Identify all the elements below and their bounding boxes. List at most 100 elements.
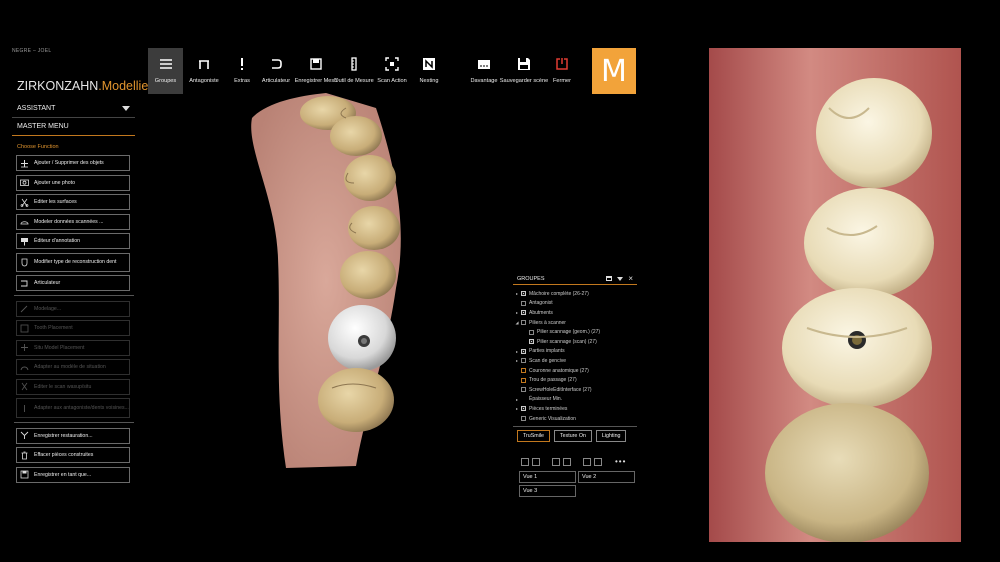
nesting-button[interactable]: Nesting <box>414 48 444 94</box>
checkbox[interactable] <box>521 310 526 316</box>
situ-model-placement-button[interactable]: Situ Model Placement <box>16 339 130 356</box>
antagonist-button[interactable]: Antagoniste <box>185 48 223 94</box>
modify-reconstruction-type-button[interactable]: Modifier type de reconstruction dent <box>16 252 130 272</box>
photo-tooth-3 <box>765 403 929 542</box>
move-icon <box>20 343 29 352</box>
articulator-button[interactable]: Articulateur <box>16 275 130 291</box>
checkbox[interactable] <box>529 339 534 345</box>
groups-panel: GROUPES × ▸ Mâchoire complète (26-27) Ant… <box>513 273 637 498</box>
antagonist-icon <box>196 56 212 72</box>
tooth-5 <box>340 251 396 299</box>
lighting-button[interactable]: Lighting <box>595 430 627 443</box>
3d-jaw-model-viewport[interactable] <box>236 88 416 473</box>
edit-surfaces-button[interactable]: Editer les surfaces <box>16 194 130 210</box>
fn-label: Éditeur d'annotation <box>34 238 80 244</box>
checkbox[interactable] <box>521 348 526 354</box>
fn-label: Tooth Placement <box>34 325 73 331</box>
floppy-icon <box>516 56 532 72</box>
tree-item[interactable]: ▸ Abutments <box>513 308 637 318</box>
assistant-label: ASSISTANT <box>17 105 56 112</box>
tree-item[interactable]: ▸ Scan de gencive <box>513 356 637 366</box>
checkbox[interactable] <box>521 416 526 422</box>
tree-item[interactable]: Generic Visualization <box>513 414 637 424</box>
checkbox[interactable] <box>521 358 526 364</box>
annotation-editor-button[interactable]: Éditeur d'annotation <box>16 233 130 249</box>
fn-label: Modifier type de reconstruction dent <box>34 259 117 265</box>
view-1-button[interactable]: Vue 1 <box>519 471 576 484</box>
brush-icon <box>20 304 29 313</box>
toolbar-label: Davantage <box>470 78 498 84</box>
tree-item[interactable]: ▸ Mâchoire complète (26-27) <box>513 289 637 299</box>
tree-item[interactable]: Antagonist <box>513 299 637 309</box>
modeling-button[interactable]: Modelage... <box>16 300 130 317</box>
tree-item[interactable]: ◢ Piliers à scanner <box>513 318 637 328</box>
layout-triple-icon[interactable] <box>563 457 571 466</box>
save-as-button[interactable]: Enregistrer en tant que... <box>16 466 130 483</box>
tree-item[interactable]: Couronne anatomique (27) <box>513 366 637 376</box>
mesh-save-icon <box>308 56 324 72</box>
model-scan-data-button[interactable]: Modeler données scannées ... <box>16 213 130 230</box>
toolbar-label: Extras <box>234 78 250 84</box>
render-options: TruSmile Texture On Lighting <box>517 430 637 443</box>
tree-item[interactable]: ▸ Épaisseur Min. <box>513 395 637 405</box>
adapt-to-situation-model-button[interactable]: Adapter au modèle de situation <box>16 359 130 375</box>
fn-label: Effacer pièces construites <box>34 452 94 458</box>
add-photo-button[interactable]: Ajouter une photo <box>16 174 130 191</box>
tree-item[interactable]: ▸ Parties implants <box>513 347 637 357</box>
fn-label: Enregistrer en tant que... <box>34 471 92 478</box>
checkbox[interactable] <box>521 377 526 383</box>
delete-constructed-parts-button[interactable]: Effacer pièces construites <box>16 447 130 463</box>
texture-on-button[interactable]: Texture On <box>554 430 592 443</box>
brand-name: ZIRKONZAHN <box>17 79 99 93</box>
tree-item[interactable]: ScrewHoleEditInterface (27) <box>513 385 637 395</box>
trusmile-button[interactable]: TruSmile <box>517 430 550 443</box>
function-sidebar: ASSISTANT MASTER MENU Choose Function Aj… <box>12 100 135 486</box>
grid-icon <box>20 324 29 333</box>
master-menu[interactable]: MASTER MENU <box>12 118 135 136</box>
exclamation-icon <box>234 56 250 72</box>
checkbox[interactable] <box>521 291 526 297</box>
view-2-button[interactable]: Vue 2 <box>578 471 635 484</box>
view-3-button[interactable]: Vue 3 <box>519 485 576 498</box>
more-options-icon[interactable]: ••• <box>615 457 626 466</box>
pin-icon <box>20 237 29 246</box>
layout-stack-icon[interactable] <box>594 457 602 466</box>
close-icon <box>554 56 570 72</box>
tree-item[interactable]: Trou de passage (27) <box>513 375 637 385</box>
intraoral-photo <box>709 48 961 542</box>
edit-waxup-scan-button[interactable]: Editer le scan wasup/situ <box>16 378 130 395</box>
divider <box>14 294 134 296</box>
layout-split-icon[interactable] <box>532 457 540 466</box>
toolbar-label: Sauvegarder scène <box>499 78 549 84</box>
layout-quad-icon[interactable] <box>552 457 560 466</box>
checkbox[interactable] <box>521 368 526 374</box>
groups-button[interactable]: Groupes <box>148 48 183 94</box>
checkbox[interactable] <box>521 387 526 393</box>
tree-item[interactable]: Pilier scannage (scan) (27) <box>513 337 637 347</box>
checkbox[interactable] <box>521 300 526 306</box>
checkbox[interactable] <box>521 406 526 412</box>
more-button[interactable]: Davantage <box>468 48 500 94</box>
window-icon[interactable] <box>606 276 613 281</box>
save-restoration-button[interactable]: Enregistrer restauration... <box>16 427 130 444</box>
checkbox[interactable] <box>529 329 534 335</box>
tree-item[interactable]: Pilier scannage (geom.) (27) <box>513 327 637 337</box>
tooth-3 <box>344 155 396 201</box>
checkbox[interactable] <box>521 320 526 326</box>
toolbar-label: Fermer <box>552 78 572 84</box>
layout-grid-icon[interactable] <box>583 457 591 466</box>
layout-single-icon[interactable] <box>521 457 529 466</box>
scissors-icon <box>20 382 29 391</box>
modellier-logo: M <box>592 48 636 94</box>
close-button[interactable]: Fermer <box>548 48 576 94</box>
adapt-antagonist-icon <box>20 404 29 413</box>
save-scene-button[interactable]: Sauvegarder scène <box>500 48 548 94</box>
plus-icon <box>20 159 29 168</box>
tooth-placement-button[interactable]: Tooth Placement <box>16 320 130 336</box>
chevron-down-icon[interactable] <box>617 276 624 281</box>
assistant-dropdown[interactable]: ASSISTANT <box>12 100 135 118</box>
close-icon[interactable]: × <box>628 274 633 283</box>
tree-item[interactable]: ▸ Pièces terminées <box>513 404 637 414</box>
add-remove-objects-button[interactable]: Ajouter / Supprimer des objets <box>16 155 130 171</box>
adapt-antagonist-button[interactable]: Adapter aux antagoniste/dents voisines..… <box>16 398 130 418</box>
